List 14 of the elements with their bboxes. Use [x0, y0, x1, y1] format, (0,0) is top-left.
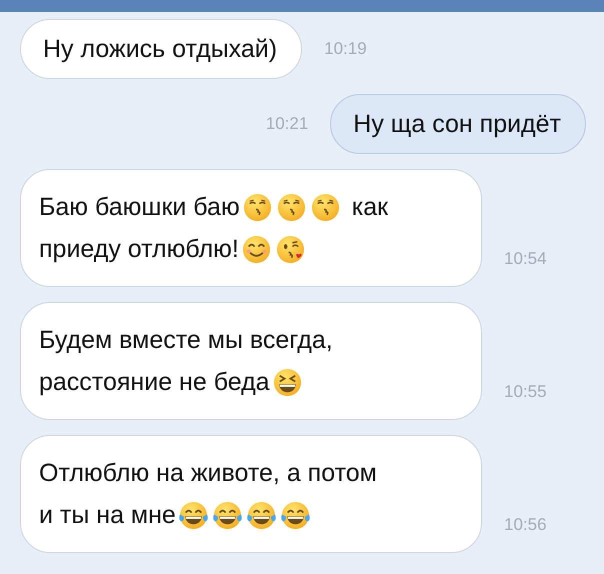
- message-text: как: [352, 192, 388, 223]
- message-time: 10:21: [266, 114, 308, 134]
- message-text: Отлюблю на животе, а потом: [39, 458, 377, 489]
- message-text: Баю баюшки баю: [39, 192, 240, 223]
- message-text: Ну ща сон придёт: [353, 109, 561, 140]
- message-time: 10:54: [504, 249, 547, 269]
- message-text: Ну ложись отдыхай): [43, 34, 278, 65]
- message-text: Будем вместе мы всегда,: [39, 325, 333, 356]
- message-text: и ты на мне: [39, 500, 176, 531]
- message-text: приеду отлюблю!: [39, 234, 239, 265]
- message-text: расстояние не беда: [39, 367, 270, 398]
- message-time: 10:19: [324, 39, 367, 59]
- message-time: 10:55: [504, 382, 547, 402]
- message-time: 10:56: [504, 515, 547, 535]
